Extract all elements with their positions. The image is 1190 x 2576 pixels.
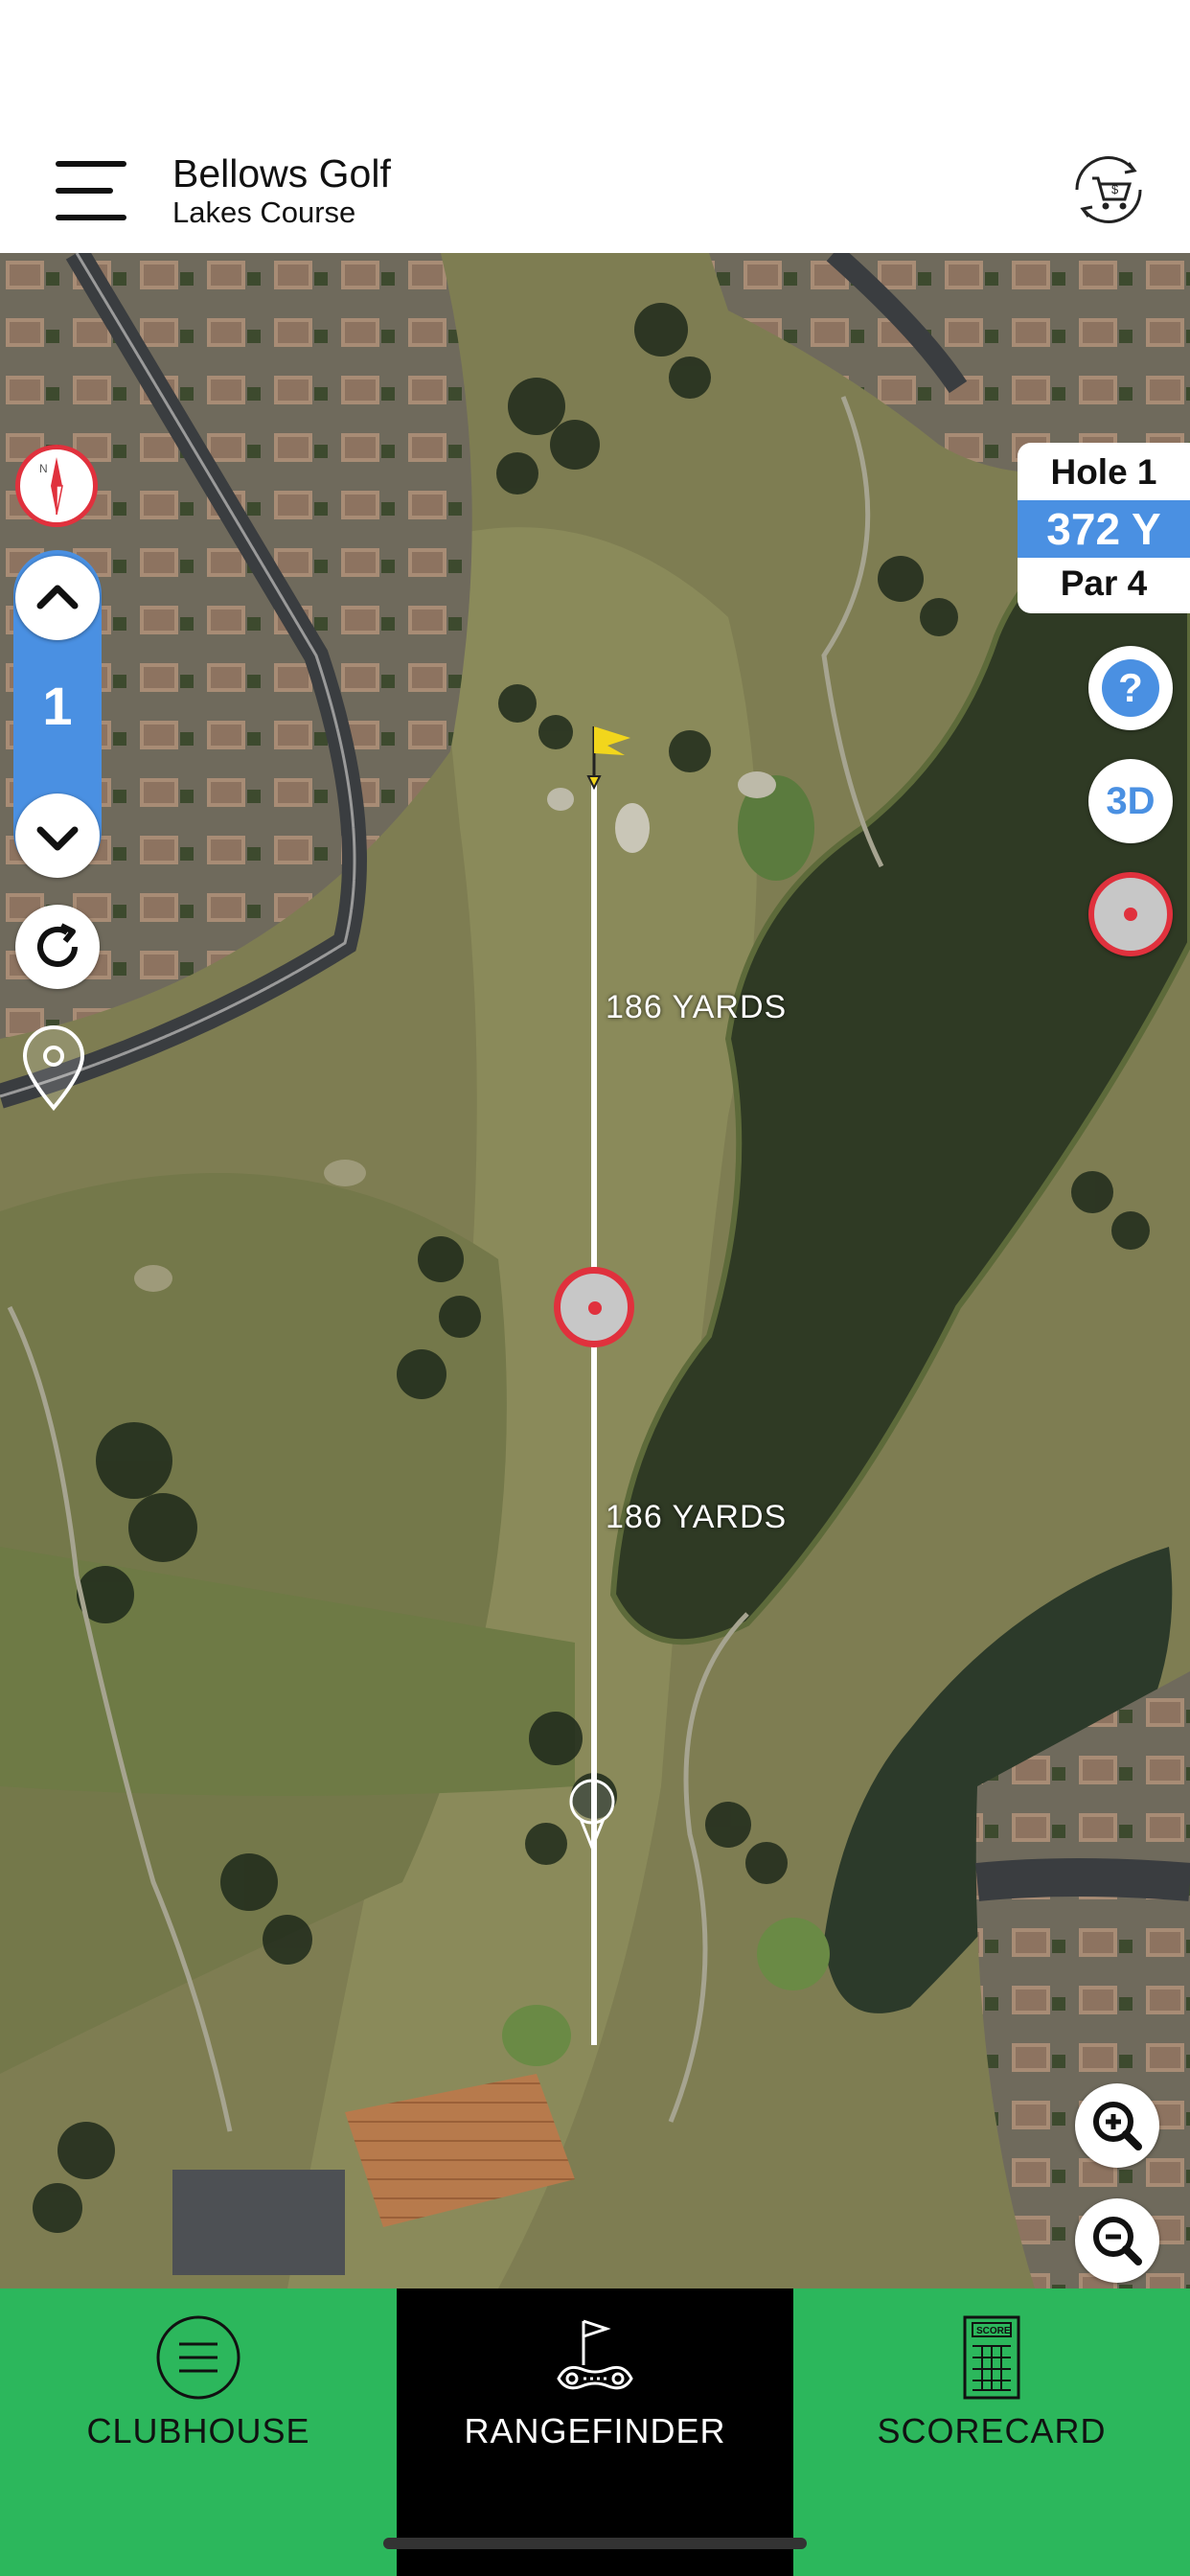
tab-scorecard[interactable]: SCORE SCORECARD: [793, 2288, 1190, 2576]
hole-label: Hole 1: [1050, 452, 1157, 492]
target-icon: [1124, 908, 1137, 921]
tab-scorecard-label: SCORECARD: [877, 2411, 1107, 2450]
distance-from-tee-label: 186 YARDS: [606, 1499, 788, 1535]
shop-button[interactable]: $: [1065, 151, 1152, 228]
help-button[interactable]: ?: [1088, 646, 1173, 730]
zoom-out-button[interactable]: [1075, 2198, 1159, 2283]
hole-yardage: 372 Y: [1018, 500, 1190, 558]
menu-button[interactable]: [56, 161, 126, 220]
tab-clubhouse[interactable]: CLUBHOUSE: [0, 2288, 397, 2576]
clubhouse-menu-icon: [156, 2315, 240, 2400]
target-marker[interactable]: [554, 1267, 634, 1347]
location-button[interactable]: [15, 1020, 92, 1116]
svg-text:$: $: [1111, 182, 1119, 196]
help-icon: ?: [1102, 659, 1159, 717]
compass-button[interactable]: N: [15, 445, 98, 527]
hole-info-card: Hole 1 372 Y Par 4: [1018, 443, 1190, 613]
target-mode-button[interactable]: [1088, 872, 1173, 956]
shopping-cart-sync-icon: $: [1075, 156, 1142, 223]
target-dot: [588, 1301, 602, 1315]
refresh-button[interactable]: [15, 905, 100, 989]
chevron-up-icon: [36, 585, 79, 610]
tee-marker-icon[interactable]: [563, 1777, 621, 1853]
chevron-down-icon: [36, 826, 79, 851]
home-indicator: [383, 2538, 807, 2549]
tab-rangefinder[interactable]: RANGEFINDER: [397, 2288, 793, 2576]
bottom-tab-bar: CLUBHOUSE RANGEFINDER SCORE SCORECARD: [0, 2288, 1190, 2576]
course-title: Bellows Golf: [172, 151, 391, 196]
next-hole-button[interactable]: [15, 556, 100, 640]
shot-line: [591, 780, 597, 2045]
zoom-in-button[interactable]: [1075, 2083, 1159, 2168]
zoom-out-icon: [1093, 2217, 1142, 2266]
hamburger-bar: [56, 188, 113, 194]
satellite-map[interactable]: 186 YARDS 186 YARDS N 1 Hole 1 372 Y Par…: [0, 253, 1190, 2288]
app-header: Bellows Golf Lakes Course $: [0, 0, 1190, 253]
scorecard-icon: SCORE: [963, 2315, 1020, 2400]
compass-icon: N: [39, 457, 63, 516]
rangefinder-flag-icon: [557, 2319, 633, 2390]
course-subtitle: Lakes Course: [172, 196, 356, 229]
current-hole-number: 1: [42, 676, 73, 736]
hole-par: Par 4: [1060, 564, 1148, 603]
hamburger-menu-icon: [56, 161, 126, 167]
location-pin-icon: [22, 1025, 85, 1112]
tab-rangefinder-label: RANGEFINDER: [464, 2411, 726, 2450]
flag-icon[interactable]: [575, 721, 652, 797]
zoom-in-icon: [1093, 2102, 1142, 2150]
svg-text:SCORE: SCORE: [976, 2326, 1011, 2336]
distance-to-pin-label: 186 YARDS: [606, 989, 788, 1025]
tab-clubhouse-label: CLUBHOUSE: [86, 2411, 310, 2450]
view-3d-button[interactable]: 3D: [1088, 759, 1173, 843]
previous-hole-button[interactable]: [15, 794, 100, 878]
refresh-icon: [37, 923, 78, 967]
hamburger-bar: [56, 215, 126, 220]
view-3d-label: 3D: [1106, 780, 1156, 822]
svg-text:N: N: [39, 462, 48, 475]
